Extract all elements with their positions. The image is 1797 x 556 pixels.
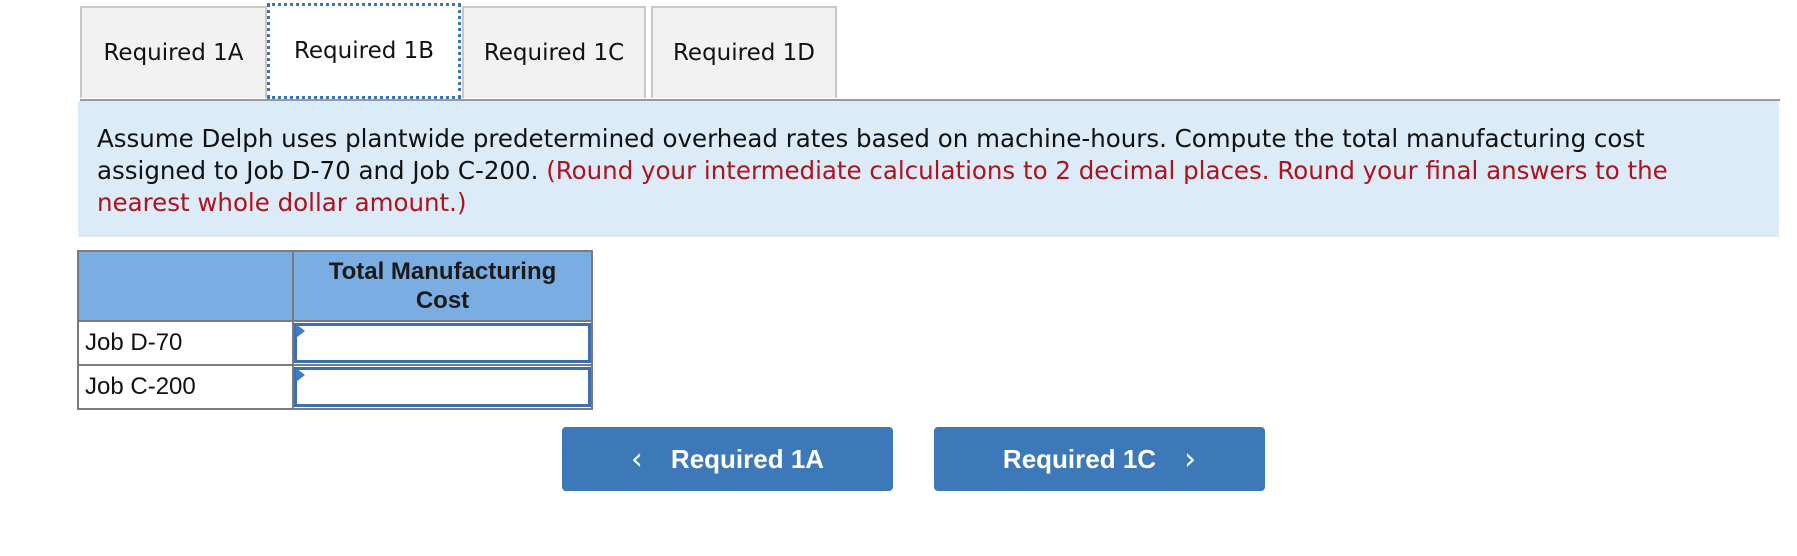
input-flag-icon: [296, 368, 305, 382]
chevron-right-icon: ›: [1184, 441, 1197, 477]
cell-job-c200: [292, 364, 593, 410]
row-label-job-c200: Job C-200: [77, 364, 294, 410]
header-total-manufacturing-cost: Total Manufacturing Cost: [292, 250, 593, 322]
tab-required-1d[interactable]: Required 1D: [651, 6, 837, 98]
table-header-row: Total Manufacturing Cost: [77, 250, 593, 322]
job-c200-cost-input[interactable]: [294, 367, 591, 407]
input-flag-icon: [296, 324, 305, 338]
chevron-left-icon: ‹: [630, 441, 643, 477]
prev-button-label: Required 1A: [670, 443, 825, 474]
header-blank-cell: [77, 250, 294, 322]
header-label: Total Manufacturing Cost: [328, 258, 557, 314]
job-d70-cost-input[interactable]: [294, 323, 591, 363]
answer-table: Total Manufacturing Cost Job D-70 Job C-…: [77, 250, 593, 410]
table-row: Job C-200: [77, 364, 593, 410]
tab-required-1a[interactable]: Required 1A: [80, 6, 267, 98]
next-button-label: Required 1C: [1002, 443, 1157, 474]
next-required-1c-button[interactable]: Required 1C ›: [934, 427, 1265, 491]
table-row: Job D-70: [77, 320, 593, 366]
tab-required-1b[interactable]: Required 1B: [267, 3, 461, 99]
tab-required-1c[interactable]: Required 1C: [462, 6, 646, 98]
cell-job-d70: [292, 320, 593, 366]
instructions-box: Assume Delph uses plantwide predetermine…: [78, 101, 1779, 237]
row-label-job-d70: Job D-70: [77, 320, 294, 366]
prev-required-1a-button[interactable]: ‹ Required 1A: [562, 427, 893, 491]
